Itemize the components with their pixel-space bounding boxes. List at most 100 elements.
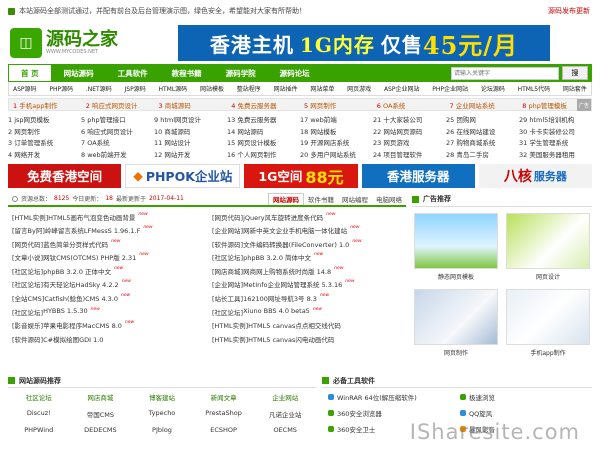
news-item[interactable]: [社区论坛] Xiuno BBS 4.0 beta5 new (212, 307, 402, 317)
subnav-item[interactable]: ASP源码 (13, 84, 37, 93)
ad-link[interactable]: 4 免费云服务器 (227, 100, 300, 110)
thumb-label[interactable]: 手机app制作 (530, 348, 565, 357)
news-category[interactable]: [网页代码] (12, 239, 43, 249)
news-category[interactable]: [社区论坛] (212, 307, 243, 317)
keyword-link[interactable]: 23 网页游戏 (373, 137, 446, 147)
news-category[interactable]: [站长工具] (212, 293, 243, 303)
news-title[interactable]: HTML5 canvas点点相交线代码 (248, 320, 341, 330)
keyword-link[interactable]: 31 学生管理系统 (519, 137, 592, 147)
nav-home[interactable]: 首 页 (8, 64, 52, 82)
keyword-link[interactable]: 4 网络开发 (8, 149, 81, 159)
news-item[interactable]: [社区论坛] phpBB 3.2.0 正体中文 new (12, 266, 202, 276)
keyword-link[interactable]: 26 在线网站建设 (446, 126, 519, 136)
news-item[interactable]: [HTML实例] HTML5 canvas闪电动画代码 (212, 334, 402, 344)
news-item[interactable]: [HTML实例] HTML5画布气泡变色动画背景 new (12, 212, 202, 222)
news-title[interactable]: 文件编码转换器(FileConverter) 1.0 (243, 239, 349, 249)
news-title[interactable]: Catfish(鲶鱼)CMS 4.3.0 (44, 293, 118, 303)
source-category-heading[interactable]: 企业网站 (254, 392, 316, 402)
source-link[interactable]: PHPWind (8, 426, 70, 434)
news-title[interactable]: 网钛CMS(OTCMS) PHP版 2.31 (43, 252, 136, 262)
ad-link-text[interactable]: 商城源码 (165, 102, 191, 110)
keyword-link[interactable]: 15 网页设计模板 (227, 137, 300, 147)
news-category[interactable]: [软件源码] (212, 239, 243, 249)
ad-link[interactable]: 1 手机app制作 (9, 100, 82, 110)
keyword-link[interactable]: 21 十大家装公司 (373, 114, 446, 124)
nav-source[interactable]: 网站源码 (52, 64, 106, 82)
top-banner-ad[interactable]: 香港主机 1G内存 仅售 45元/月 (178, 25, 550, 61)
news-item[interactable]: [HTML实例] HTML5 canvas点点相交线代码 (212, 320, 402, 330)
keyword-link[interactable]: 9 html网页设计 (154, 114, 227, 124)
tab-network[interactable]: 电脑网络 (372, 193, 406, 205)
source-link[interactable]: DEDECMS (70, 426, 132, 434)
thumb-item[interactable]: 静态网页模板 (414, 212, 498, 281)
news-item[interactable]: [社区论坛] phpBB 3.2.0 简体中文 new (212, 252, 402, 262)
tool-item[interactable]: 极速浏览 (460, 392, 592, 402)
keyword-link[interactable]: 20 多用户网站系统 (300, 149, 373, 159)
news-category[interactable]: [社区论坛] (212, 252, 243, 262)
ad-8core-server[interactable]: 八核 服务器 (478, 163, 593, 188)
keyword-link[interactable]: 14 网站源码 (227, 126, 300, 136)
news-title[interactable]: phpBB 3.2.0 正体中文 (43, 266, 111, 276)
subnav-item[interactable]: 整站程序 (237, 84, 261, 93)
keyword-link[interactable]: 17 web前端 (300, 114, 373, 124)
source-category-heading[interactable]: 博客建站 (131, 392, 193, 402)
news-category[interactable]: [社区论坛] (12, 266, 43, 276)
source-link[interactable]: 帝国CMS (70, 409, 132, 419)
news-category[interactable]: [社区论坛] (12, 307, 43, 317)
news-item[interactable]: [企业网站] MetInfo企业网站管理系统 5.3.16 new (212, 279, 402, 289)
keyword-link[interactable]: 8 web前端开发 (81, 149, 154, 159)
tab-source[interactable]: 网站源码 (268, 192, 304, 205)
subnav-item[interactable]: ASP企业网站 (384, 84, 420, 93)
ad-link[interactable]: 7 企业网站系统 (446, 100, 519, 110)
search-button[interactable]: 搜 (562, 66, 588, 80)
subnav-item[interactable]: .NET源码 (86, 84, 112, 93)
news-item[interactable]: [影音娱乐] 苹果电影程序MacCMS 8.0 new (12, 320, 202, 330)
tool-label[interactable]: 360安全浏览器 (337, 408, 382, 418)
ad-link-text[interactable]: php管理模板 (528, 102, 566, 110)
ad-link-text[interactable]: 企业网站系统 (456, 102, 495, 110)
search-input[interactable] (451, 66, 559, 80)
news-category[interactable]: [企业网站] (212, 225, 243, 235)
keyword-link[interactable]: 7 OA系统 (81, 137, 154, 147)
ad-link-text[interactable]: 免费云服务器 (237, 102, 276, 110)
news-title[interactable]: 162100网址导航3号 8.3 (243, 293, 317, 303)
ad-link[interactable]: 3 商城源码 (155, 100, 228, 110)
keyword-link[interactable]: 5 php管理接口 (81, 114, 154, 124)
tab-programming[interactable]: 网站编程 (338, 193, 372, 205)
tool-label[interactable]: 极速浏览 (469, 392, 495, 402)
news-item[interactable]: [文章小说] 网钛CMS(OTCMS) PHP版 2.31 new (12, 252, 202, 262)
news-title[interactable]: jQuery风车旋转进度条代码 (243, 212, 323, 222)
news-title[interactable]: 蓝色简单分页样式代码 (43, 239, 108, 249)
news-category[interactable]: [网店商城] (212, 266, 243, 276)
news-title[interactable]: 岭峰留言系统LFMessS 1.96.1.F (45, 225, 140, 235)
news-title[interactable]: 有天轻论坛HadSky 4.2.2 (43, 279, 119, 289)
keyword-link[interactable]: 3 订单管理系统 (8, 137, 81, 147)
tool-item[interactable]: QQ旋风 (460, 408, 592, 418)
news-category[interactable]: [社区论坛] (12, 279, 43, 289)
subnav-item[interactable]: HTML源码 (158, 84, 187, 93)
ad-link-text[interactable]: 响应式网页设计 (92, 102, 138, 110)
thumb-image[interactable] (506, 212, 590, 269)
news-category[interactable]: [文章小说] (12, 252, 43, 262)
thumb-item[interactable]: 手机app制作 (506, 288, 590, 357)
tool-label[interactable]: QQ旋风 (469, 408, 492, 418)
source-category-heading[interactable]: 新闻文章 (193, 392, 255, 402)
subnav-item[interactable]: PHP源码 (49, 84, 73, 93)
source-category-heading[interactable]: 社区论坛 (8, 392, 70, 402)
news-item[interactable]: [全站CMS] Catfish(鲶鱼)CMS 4.3.0 new (12, 293, 202, 303)
keyword-link[interactable]: 16 个人网页制作 (227, 149, 300, 159)
keyword-link[interactable]: 19 开源网店系统 (300, 137, 373, 147)
source-link[interactable]: ECSHOP (193, 426, 255, 434)
keyword-link[interactable]: 22 网站网页源码 (373, 126, 446, 136)
news-item[interactable]: [社区论坛] HYBBS 1.5.30 new (12, 307, 202, 317)
keyword-link[interactable]: 13 免费云服务器 (227, 114, 300, 124)
tool-label[interactable]: 360安全卫士 (337, 424, 375, 434)
news-category[interactable]: [HTML实例] (212, 334, 248, 344)
subnav-item[interactable]: HTML5代码 (518, 84, 551, 93)
subnav-item[interactable]: 网站插件 (274, 84, 298, 93)
news-item[interactable]: [网页代码] 蓝色简单分页样式代码 new (12, 239, 202, 249)
tool-item[interactable]: 360安全浏览器 (328, 408, 460, 418)
keyword-link[interactable]: 2 网页制作 (8, 126, 81, 136)
source-link[interactable]: PrestaShop (193, 409, 255, 419)
ad-link[interactable]: 5 网页制作 (300, 100, 373, 110)
